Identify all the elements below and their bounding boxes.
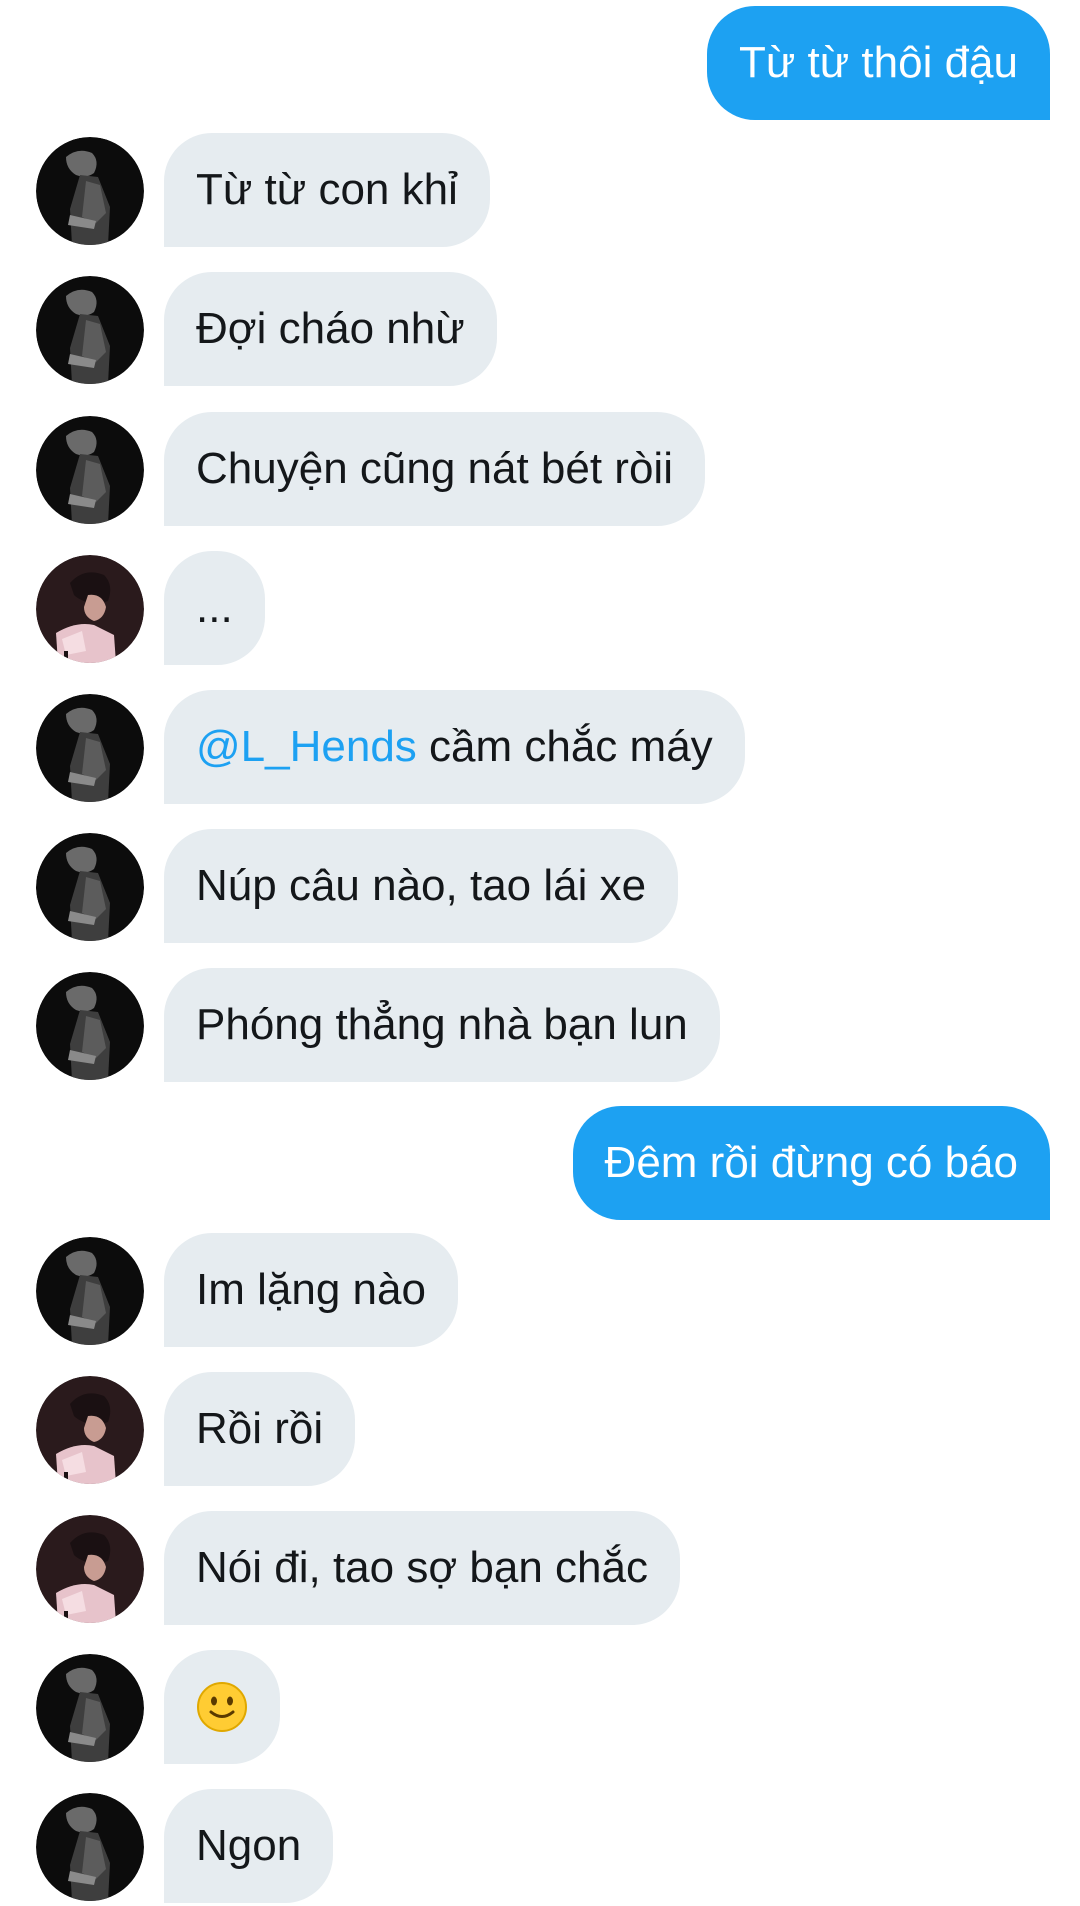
message-text: Núp câu nào, tao lái xe [196,861,647,910]
pink-avatar[interactable] [36,1515,144,1623]
incoming-message-bubble[interactable]: Từ từ con khỉ [164,133,490,247]
incoming-message-bubble[interactable] [164,1650,280,1764]
dark-avatar[interactable] [36,694,144,802]
slightly-smiling-face-icon [196,1681,248,1733]
message-row-incoming: Đợi cháo nhừ [0,272,1080,386]
message-row-incoming [0,1650,1080,1764]
message-row-incoming: Rồi rồi [0,1372,1080,1486]
dark-avatar[interactable] [36,833,144,941]
incoming-message-bubble[interactable]: Ngon [164,1789,334,1903]
message-row-incoming: @L_Hends cầm chắc máy [0,690,1080,804]
pink-avatar[interactable] [36,555,144,663]
dark-avatar[interactable] [36,1654,144,1762]
message-row-incoming: Ngon [0,1789,1080,1903]
dark-avatar[interactable] [36,416,144,524]
incoming-message-bubble[interactable]: Nói đi, tao sợ bạn chắc [164,1511,680,1625]
message-text: Rồi rồi [196,1404,324,1453]
message-text: Phóng thẳng nhà bạn lun [196,1000,688,1049]
dark-avatar[interactable] [36,1793,144,1901]
incoming-message-bubble[interactable]: Núp câu nào, tao lái xe [164,829,679,943]
incoming-message-bubble[interactable]: Đợi cháo nhừ [164,272,497,386]
message-text: Chuyện cũng nát bét ròii [196,444,673,493]
outgoing-message-bubble[interactable]: Đêm rồi đừng có báo [572,1106,1050,1220]
message-text: cầm chắc máy [416,722,713,771]
message-text: Từ từ thôi đậu [738,38,1018,87]
message-text: Từ từ con khỉ [196,165,458,214]
message-text: Ngon [196,1821,302,1870]
message-text: Im lặng nào [196,1265,426,1314]
incoming-message-bubble[interactable]: @L_Hends cầm chắc máy [164,690,745,804]
message-text: Nói đi, tao sợ bạn chắc [196,1543,648,1592]
message-row-incoming: Từ từ con khỉ [0,133,1080,247]
message-text: ... [196,583,233,632]
message-row-incoming: Nói đi, tao sợ bạn chắc [0,1511,1080,1625]
message-row-incoming: Im lặng nào [0,1233,1080,1347]
incoming-message-bubble[interactable]: Phóng thẳng nhà bạn lun [164,968,720,1082]
message-row-incoming: Núp câu nào, tao lái xe [0,829,1080,943]
dark-avatar[interactable] [36,276,144,384]
incoming-message-bubble[interactable]: Chuyện cũng nát bét ròii [164,412,705,526]
conversation-thread: Từ từ thôi đậu Từ từ con khỉ Đợi cháo nh… [0,0,1080,1906]
message-row-outgoing: Đêm rồi đừng có báo [0,1106,1080,1220]
outgoing-message-bubble[interactable]: Từ từ thôi đậu [706,6,1050,120]
message-row-incoming: ... [0,551,1080,665]
incoming-message-bubble[interactable]: Im lặng nào [164,1233,458,1347]
dark-avatar[interactable] [36,1237,144,1345]
message-text: Đêm rồi đừng có báo [604,1138,1018,1187]
message-text: Đợi cháo nhừ [196,304,465,353]
incoming-message-bubble[interactable]: ... [164,551,265,665]
message-row-outgoing: Từ từ thôi đậu [0,6,1080,120]
dark-avatar[interactable] [36,972,144,1080]
pink-avatar[interactable] [36,1376,144,1484]
dark-avatar[interactable] [36,137,144,245]
incoming-message-bubble[interactable]: Rồi rồi [164,1372,356,1486]
message-row-incoming: Chuyện cũng nát bét ròii [0,412,1080,526]
message-row-incoming: Phóng thẳng nhà bạn lun [0,968,1080,1082]
user-mention-link[interactable]: @L_Hends [196,725,417,769]
